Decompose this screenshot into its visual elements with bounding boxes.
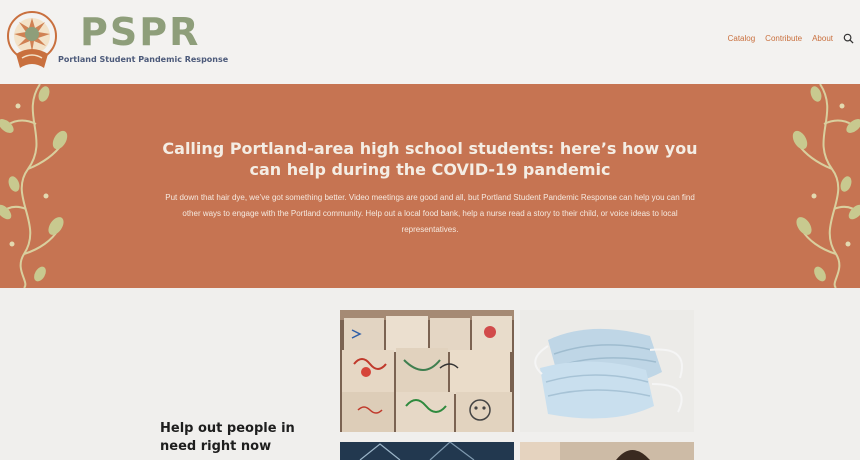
nav-contribute-link[interactable]: Contribute xyxy=(765,34,802,43)
hero-banner: Calling Portland-area high school studen… xyxy=(0,84,860,288)
face-masks-photo[interactable] xyxy=(520,310,694,432)
section-heading: Help out people in need right now xyxy=(160,421,295,454)
volunteer-photo-right[interactable] xyxy=(520,442,694,460)
volunteer-photo-left[interactable] xyxy=(340,442,514,460)
hero-description: Put down that hair dye, we’ve got someth… xyxy=(165,193,695,234)
vine-decoration-right-icon xyxy=(792,84,860,288)
logo-emblem-icon[interactable] xyxy=(4,8,60,72)
handmade-bags-photo[interactable] xyxy=(340,310,514,432)
brand-name[interactable]: PSPR xyxy=(80,10,200,54)
brand-tagline: Portland Student Pandemic Response xyxy=(58,55,229,64)
nav-catalog-link[interactable]: Catalog xyxy=(728,34,756,43)
main-nav: Catalog Contribute About xyxy=(728,33,854,44)
site-header: PSPR Portland Student Pandemic Response … xyxy=(0,0,860,84)
vine-decoration-left-icon xyxy=(0,84,68,288)
hero-title: Calling Portland-area high school studen… xyxy=(162,139,698,179)
nav-about-link[interactable]: About xyxy=(812,34,833,43)
search-icon[interactable] xyxy=(843,33,854,44)
